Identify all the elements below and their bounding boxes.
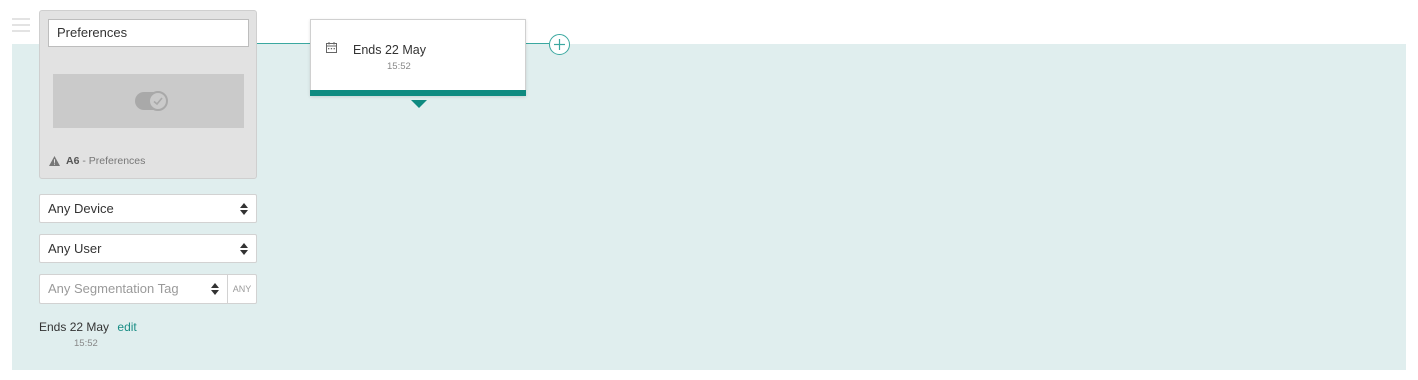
schedule-card[interactable]: Ends 22 May 15:52 — [310, 19, 526, 108]
edit-schedule-link[interactable]: edit — [117, 320, 136, 334]
hamburger-menu-icon[interactable] — [12, 18, 30, 32]
sort-arrows-icon — [240, 243, 248, 255]
schedule-card-ends: Ends — [353, 43, 382, 57]
schedule-card-label: Ends 22 May — [353, 43, 426, 57]
any-toggle-button[interactable]: ANY — [227, 274, 257, 304]
toggle-check-icon — [135, 91, 168, 111]
ends-label: Ends — [39, 320, 67, 334]
warning-icon — [49, 156, 60, 166]
step-name: Preferences — [88, 155, 146, 167]
step-separator: - — [79, 155, 89, 167]
schedule-card-pointer — [411, 100, 427, 108]
segmentation-tag-select[interactable]: Any Segmentation Tag — [39, 274, 227, 304]
sort-arrows-icon — [240, 203, 248, 215]
plus-icon — [554, 39, 565, 50]
schedule-summary: Ends 22 May edit — [39, 320, 137, 334]
add-step-button[interactable] — [549, 34, 570, 55]
schedule-card-accent-bar — [310, 90, 526, 96]
user-select-value: Any User — [48, 241, 102, 256]
segmentation-tag-placeholder: Any Segmentation Tag — [48, 281, 179, 296]
device-select[interactable]: Any Device — [39, 194, 257, 223]
device-select-value: Any Device — [48, 201, 114, 216]
calendar-icon — [326, 42, 337, 53]
sort-arrows-icon — [211, 283, 219, 295]
ends-time: 15:52 — [74, 338, 98, 349]
step-title-input[interactable]: Preferences — [48, 19, 249, 47]
step-code: A6 — [66, 155, 80, 167]
ends-date: 22 May — [69, 320, 110, 334]
step-preview — [53, 74, 244, 128]
user-select[interactable]: Any User — [39, 234, 257, 263]
step-card-footer: A6 - Preferences — [49, 155, 145, 167]
schedule-card-time: 15:52 — [387, 61, 411, 72]
schedule-card-date: 22 May — [384, 43, 426, 57]
step-card[interactable]: Preferences A6 - Preferences — [39, 10, 257, 179]
